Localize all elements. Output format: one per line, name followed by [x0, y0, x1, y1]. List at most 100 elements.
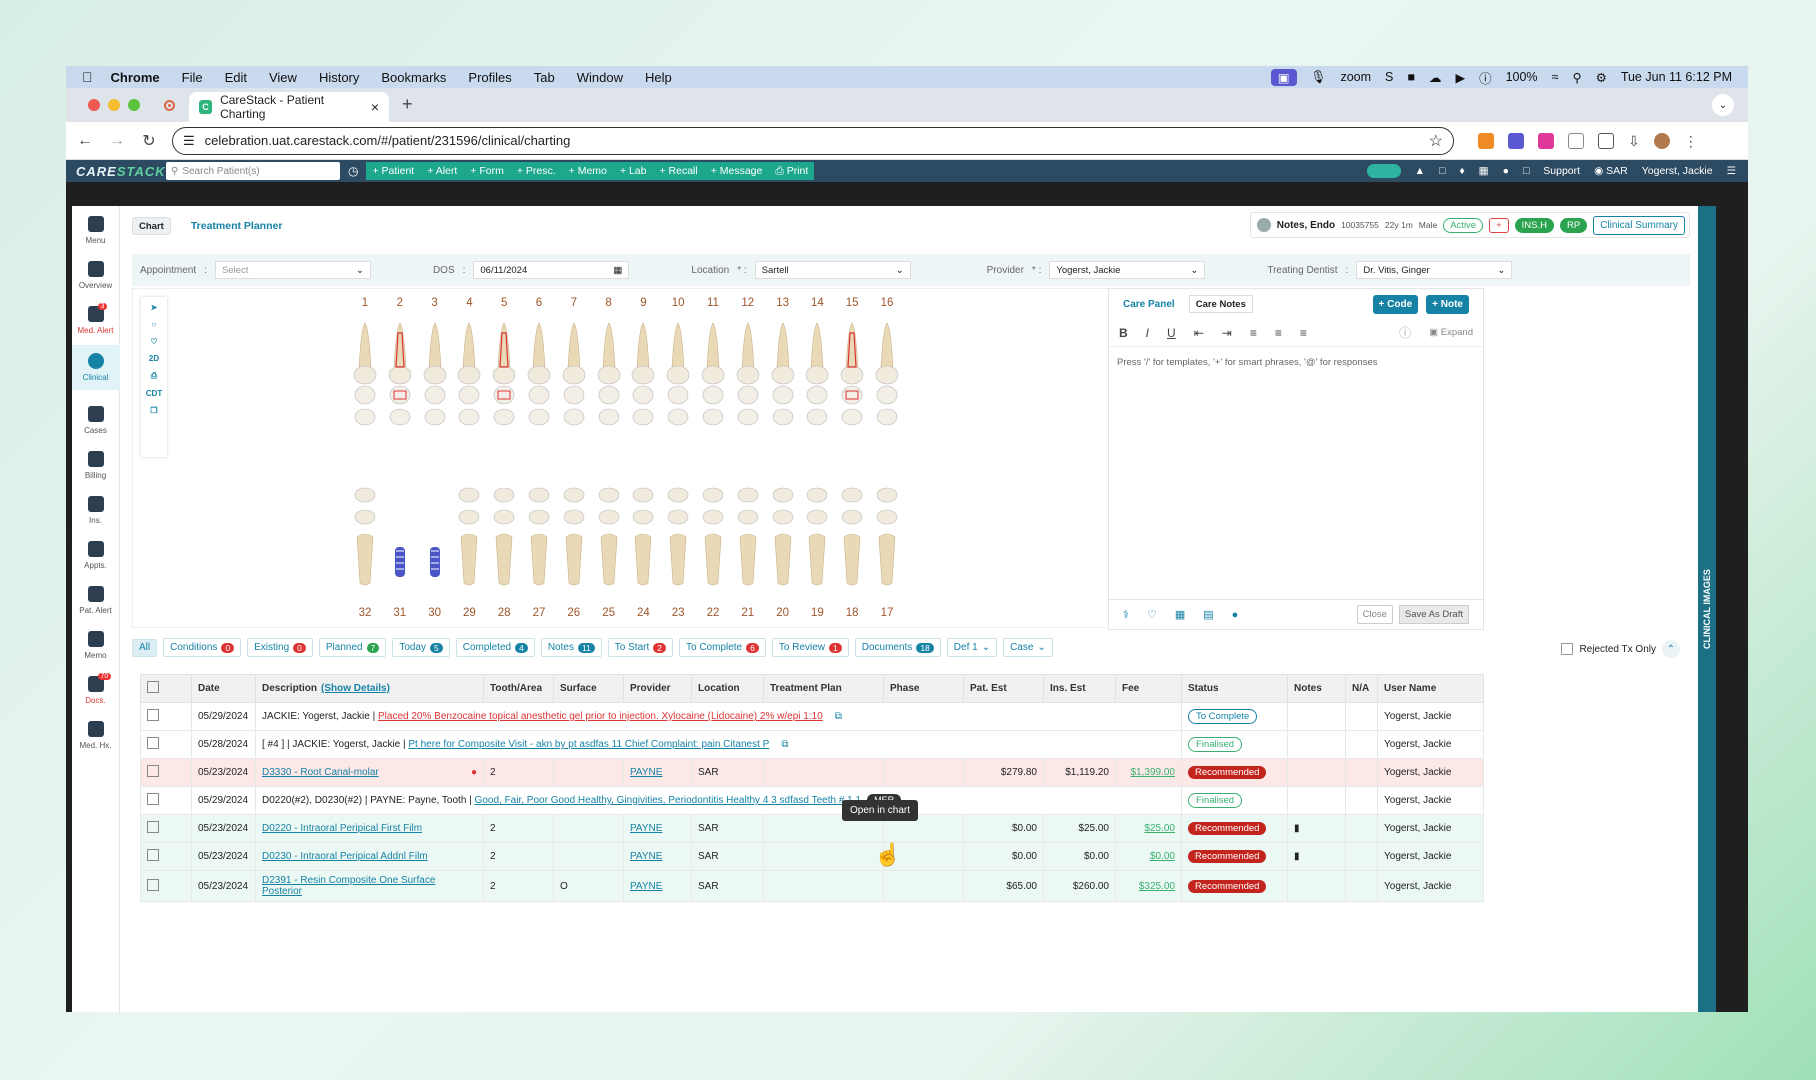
italic-icon[interactable]: I [1146, 326, 1149, 340]
table-row[interactable]: 05/23/2024 D0230 - Intraoral Peripical Ad… [140, 842, 1484, 871]
reload-icon[interactable]: ↻ [140, 131, 158, 151]
column-header-date[interactable]: Date [191, 674, 256, 703]
alert-icon[interactable]: ● [471, 767, 477, 778]
messages-icon[interactable]: □ [1523, 165, 1529, 177]
location-select[interactable]: Sartell ⌄ [754, 261, 911, 279]
note-document-icon[interactable]: ▮ [1294, 823, 1300, 834]
clipboard-icon[interactable]: ▤ [1203, 608, 1213, 621]
tooth-icon[interactable]: ♡ [1147, 608, 1157, 621]
row-checkbox[interactable] [147, 765, 159, 777]
support-link[interactable]: Support [1543, 165, 1580, 177]
tooth-number[interactable]: 6 [527, 297, 551, 309]
stethoscope-icon[interactable]: ⚕ [1123, 608, 1129, 621]
s-icon[interactable]: S [1385, 70, 1393, 84]
upper-tooth[interactable] [524, 319, 554, 429]
sidebar-item-med-hx[interactable]: Med. Hx. [72, 721, 120, 750]
tooth-number[interactable]: 10 [666, 297, 690, 309]
underline-icon[interactable]: U [1167, 326, 1176, 340]
close-window-button[interactable] [88, 99, 100, 111]
tooth-number[interactable]: 23 [666, 607, 690, 619]
table-row[interactable]: 05/29/2024 D0220(#2), D0230(#2) | PAYNE: … [140, 786, 1484, 815]
lower-tooth[interactable] [420, 481, 450, 591]
menubar-tab[interactable]: Tab [534, 70, 555, 85]
filter-chip-today[interactable]: Today 5 [392, 638, 450, 657]
description-link[interactable]: D0230 - Intraoral Peripical Addnl Film [262, 851, 428, 862]
tooth-number[interactable]: 32 [353, 607, 377, 619]
tab-care-notes[interactable]: Care Notes [1188, 295, 1253, 313]
align-center-icon[interactable]: ≡ [1275, 326, 1282, 340]
tooth-number[interactable]: 17 [875, 607, 899, 619]
provider-select[interactable]: Yogerst, Jackie ⌄ [1049, 261, 1206, 279]
add-recall-button[interactable]: + Recall [659, 165, 697, 177]
filter-chip-completed[interactable]: Completed 4 [455, 638, 535, 657]
tab-treatment-planner[interactable]: Treatment Planner [185, 214, 289, 238]
extensions-puzzle-icon[interactable] [1598, 132, 1614, 149]
provider-link[interactable]: PAYNE [630, 823, 662, 834]
tab-care-panel[interactable]: Care Panel [1123, 299, 1175, 310]
add-lab-button[interactable]: + Lab [620, 165, 647, 177]
indent-icon[interactable]: ⇥ [1222, 326, 1232, 340]
lower-tooth[interactable] [594, 481, 624, 591]
tooth-tool-icon[interactable]: ♡ [150, 337, 157, 346]
calendar-icon[interactable]: ▦ [1175, 608, 1185, 621]
open-external-icon[interactable]: ⧉ [781, 739, 788, 750]
tooth-number[interactable]: 14 [805, 297, 829, 309]
menubar-history[interactable]: History [319, 70, 359, 85]
note-document-icon[interactable]: ▮ [1294, 851, 1300, 862]
description-link[interactable]: Good, Fair, Poor Good Healthy, Gingiviti… [475, 795, 862, 806]
minimize-window-button[interactable] [108, 99, 120, 111]
add-note-button[interactable]: + Note [1426, 294, 1469, 314]
clinical-summary-button[interactable]: Clinical Summary [1593, 215, 1685, 235]
zoom-label[interactable]: zoom [1340, 70, 1371, 84]
lower-tooth[interactable] [350, 481, 380, 591]
description-link[interactable]: Placed 20% Benzocaine topical anesthetic… [378, 711, 823, 722]
close-button[interactable]: Close [1356, 605, 1393, 624]
sidebar-item-overview[interactable]: Overview [72, 261, 120, 290]
patient-search-input[interactable]: ⚲ Search Patient(s) [166, 162, 340, 180]
cloud-icon[interactable]: ☁ [1429, 70, 1442, 85]
column-header-n-a[interactable]: N/A [1345, 674, 1378, 703]
add-memo-button[interactable]: + Memo [569, 165, 607, 177]
open-external-icon[interactable]: ⧉ [835, 711, 842, 722]
print-chart-icon[interactable]: ⎙ [151, 371, 157, 381]
column-header-pat-est[interactable]: Pat. Est [963, 674, 1044, 703]
tab-search-icon[interactable]: ⌄ [1712, 94, 1734, 116]
tooth-number[interactable]: 12 [736, 297, 760, 309]
lower-tooth[interactable] [385, 481, 415, 591]
save-as-draft-button[interactable]: Save As Draft [1398, 605, 1469, 624]
upper-tooth[interactable] [872, 319, 902, 429]
tooth-number[interactable]: 29 [457, 607, 481, 619]
menubar-edit[interactable]: Edit [225, 70, 247, 85]
lower-tooth[interactable] [454, 481, 484, 591]
graduation-icon[interactable]: ▲ [1415, 165, 1425, 177]
tooth-number[interactable]: 26 [562, 607, 586, 619]
menubar-app[interactable]: Chrome [111, 70, 160, 85]
tooth-number[interactable]: 16 [875, 297, 899, 309]
row-checkbox[interactable] [147, 849, 159, 861]
column-header-notes[interactable]: Notes [1287, 674, 1346, 703]
menubar-view[interactable]: View [269, 70, 297, 85]
tooth-number[interactable]: 28 [492, 607, 516, 619]
browser-tab[interactable]: C CareStack - Patient Charting × [189, 92, 389, 122]
back-icon[interactable]: ← [76, 132, 94, 150]
appointment-select[interactable]: Select ⌄ [214, 261, 371, 279]
filter-chip-to-complete[interactable]: To Complete 6 [678, 638, 766, 657]
filter-chip-case[interactable]: Case ⌄ [1003, 638, 1053, 657]
upper-tooth[interactable] [698, 319, 728, 429]
fee-link[interactable]: $1,399.00 [1131, 767, 1176, 778]
show-details-link[interactable]: (Show Details) [321, 683, 390, 694]
menubar-file[interactable]: File [182, 70, 203, 85]
display-icon[interactable]: ■ [1407, 70, 1415, 84]
fee-link[interactable]: $325.00 [1139, 881, 1175, 892]
tooth-number[interactable]: 30 [423, 607, 447, 619]
table-row[interactable]: 05/23/2024 D2391 - Resin Composite One Su… [140, 870, 1484, 902]
collapse-up-icon[interactable]: ⌃ [1662, 640, 1680, 658]
filter-chip-documents[interactable]: Documents 18 [854, 638, 941, 657]
2d-toggle[interactable]: 2D [149, 354, 159, 363]
lower-tooth[interactable] [733, 481, 763, 591]
tooth-number[interactable]: 9 [631, 297, 655, 309]
align-right-icon[interactable]: ≡ [1300, 326, 1307, 340]
upper-tooth[interactable] [454, 319, 484, 429]
tooth-number[interactable]: 22 [701, 607, 725, 619]
insurance-badge[interactable]: INS.H [1514, 217, 1554, 233]
